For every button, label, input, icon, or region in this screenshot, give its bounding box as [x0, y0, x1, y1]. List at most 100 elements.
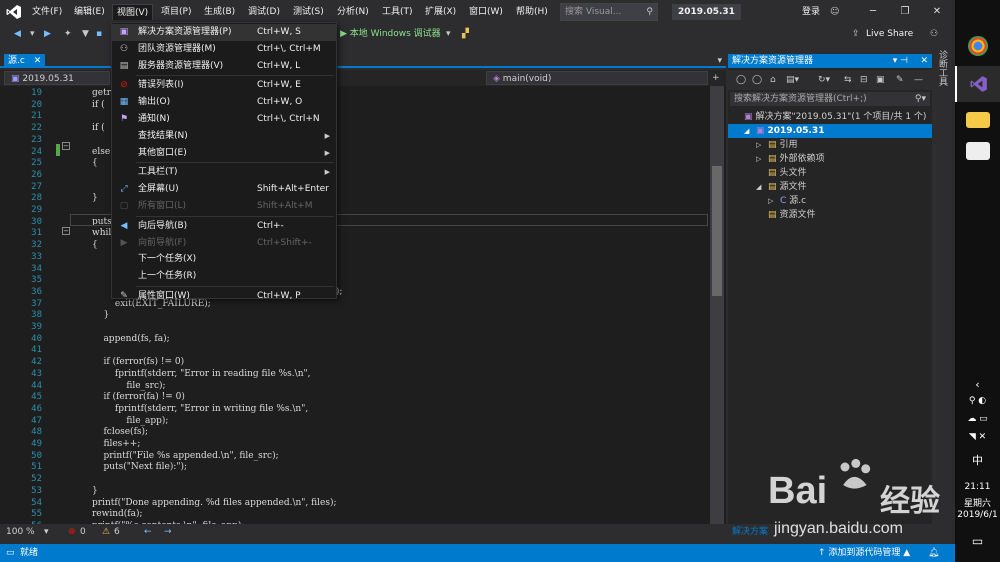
- login-link[interactable]: 登录: [802, 4, 820, 20]
- home-icon[interactable]: ⌂: [770, 72, 776, 88]
- solution-search-input[interactable]: 搜索解决方案资源管理器(Ctrl+;) ⚲▾: [730, 92, 930, 106]
- clock-time[interactable]: 21:11: [955, 482, 1000, 492]
- code-line[interactable]: fclose(fs);: [92, 427, 148, 439]
- input-method-indicator[interactable]: 中: [955, 452, 1000, 468]
- collapse-icon[interactable]: −: [62, 227, 70, 235]
- forward-icon[interactable]: ◯: [752, 72, 762, 88]
- usb-icon[interactable]: ⚲ ◐: [955, 396, 1000, 406]
- collapse-icon[interactable]: −: [62, 142, 70, 150]
- live-share-button[interactable]: Live Share: [866, 26, 913, 42]
- visual-studio-taskbar-icon[interactable]: [955, 66, 1000, 102]
- debugger-dropdown-icon[interactable]: ▾: [446, 26, 451, 42]
- project-dropdown[interactable]: ▣ 2019.05.31: [4, 71, 110, 85]
- file-explorer-icon[interactable]: [966, 112, 990, 128]
- next-issue-icon[interactable]: →: [164, 524, 172, 540]
- solution-tree-item[interactable]: ▤ 头文件: [728, 166, 932, 180]
- view-menu-item[interactable]: 其他窗口(E) ▶: [112, 145, 336, 162]
- view-menu-item[interactable]: ✎ 属性窗口(W) Ctrl+W, P: [112, 288, 336, 305]
- refresh-icon[interactable]: ↻▾: [818, 72, 830, 88]
- add-to-source-control-button[interactable]: ↑ 添加到源代码管理 ▲: [818, 544, 910, 562]
- code-line[interactable]: }: [92, 486, 98, 498]
- onedrive-icon[interactable]: ☁ ▭: [955, 414, 1000, 424]
- show-hidden-icons-icon[interactable]: ‹: [955, 378, 1000, 391]
- scrollbar-thumb[interactable]: [712, 166, 722, 296]
- clock-date[interactable]: 2019/6/1: [955, 510, 1000, 520]
- account-icon[interactable]: ⚇: [930, 26, 938, 42]
- menu-item[interactable]: 项目(P): [157, 4, 195, 20]
- tab-close-icon[interactable]: ✕: [34, 56, 42, 66]
- menu-item[interactable]: 文件(F): [28, 4, 66, 20]
- code-line[interactable]: {: [92, 240, 98, 252]
- clock-weekday[interactable]: 星期六: [955, 496, 1000, 509]
- forward-icon[interactable]: ▶: [44, 26, 51, 42]
- code-editor[interactable]: 19 20 21 22 23 24 25 26 27 28 29 30 31 32 33 34 35 36 37 38…: [0, 86, 726, 524]
- photos-icon[interactable]: [966, 142, 990, 160]
- vertical-scrollbar[interactable]: [710, 86, 724, 524]
- new-item-icon[interactable]: ✦: [64, 26, 72, 42]
- diagnostics-tools-tab[interactable]: 诊断工具: [934, 50, 950, 130]
- back-icon[interactable]: ◯: [736, 72, 746, 88]
- view-menu-item[interactable]: ⊘ 错误列表(I) Ctrl+W, E: [112, 77, 336, 94]
- menu-item[interactable]: 扩展(X): [421, 4, 460, 20]
- view-menu-item[interactable]: 下一个任务(X): [112, 251, 336, 268]
- view-menu-item[interactable]: ▣ 解决方案资源管理器(P) Ctrl+W, S: [112, 24, 336, 41]
- split-icon[interactable]: +: [712, 71, 720, 85]
- code-line[interactable]: file_src);: [92, 381, 165, 393]
- code-line[interactable]: {: [92, 158, 98, 170]
- find-icon[interactable]: ▞: [462, 26, 469, 42]
- code-line[interactable]: if (: [92, 123, 105, 135]
- feedback-icon[interactable]: ☺: [830, 4, 839, 20]
- tab-source-file[interactable]: 源.c ✕: [4, 54, 46, 68]
- minimize-icon[interactable]: ─: [858, 3, 888, 21]
- menu-item[interactable]: 帮助(H): [512, 4, 552, 20]
- expand-arrow-icon[interactable]: ◢: [756, 180, 768, 194]
- code-line[interactable]: fprintf(stderr, "Error in reading file %…: [92, 369, 311, 381]
- show-all-files-icon[interactable]: ▣: [876, 72, 885, 88]
- view-menu-item[interactable]: ◀ 向后导航(B) Ctrl+-: [112, 218, 336, 235]
- menu-item[interactable]: 测试(S): [289, 4, 328, 20]
- code-line[interactable]: files++;: [92, 439, 140, 451]
- close-panel-icon[interactable]: ✕: [920, 54, 928, 68]
- menu-item[interactable]: 调试(D): [244, 4, 284, 20]
- view-menu-item[interactable]: ⚑ 通知(N) Ctrl+\, Ctrl+N: [112, 111, 336, 128]
- view-menu-item[interactable]: ⤢ 全屏幕(U) Shift+Alt+Enter: [112, 181, 336, 198]
- close-icon[interactable]: ✕: [922, 3, 952, 21]
- code-line[interactable]: else: [92, 147, 110, 159]
- network-icon[interactable]: ◥ ✕: [955, 432, 1000, 442]
- view-menu-item[interactable]: 工具栏(T) ▶: [112, 164, 336, 181]
- solution-tree-item[interactable]: ▷ ▤ 引用: [728, 138, 932, 152]
- code-line[interactable]: }: [92, 193, 98, 205]
- code-line[interactable]: puts("Next file):");: [92, 462, 187, 474]
- menu-item[interactable]: 分析(N): [333, 4, 373, 20]
- expand-arrow-icon[interactable]: ▷: [756, 138, 768, 152]
- menu-item[interactable]: 窗口(W): [465, 4, 507, 20]
- code-line[interactable]: fprintf(stderr, "Error in writing file %…: [92, 404, 308, 416]
- properties-icon[interactable]: ✎: [896, 72, 904, 88]
- solution-tree-item[interactable]: ▷ C 源.c: [728, 194, 932, 208]
- zoom-level[interactable]: 100 %: [6, 524, 35, 540]
- view-menu-item[interactable]: ▦ 输出(O) Ctrl+W, O: [112, 94, 336, 111]
- view-menu-item[interactable]: 上一个任务(R): [112, 268, 336, 285]
- tab-list-dropdown-icon[interactable]: ▾: [717, 54, 722, 68]
- menu-item[interactable]: 编辑(E): [70, 4, 109, 20]
- error-count[interactable]: 0: [80, 524, 86, 540]
- expand-arrow-icon[interactable]: ▷: [756, 152, 768, 166]
- code-line[interactable]: whil: [92, 228, 111, 240]
- previous-issue-icon[interactable]: ←: [144, 524, 152, 540]
- back-icon[interactable]: ◀: [14, 26, 21, 42]
- code-line[interactable]: file_app);: [92, 416, 168, 428]
- chrome-icon[interactable]: [968, 36, 988, 56]
- dropdown-icon[interactable]: ▾: [30, 26, 35, 42]
- menu-item[interactable]: 视图(V): [112, 4, 154, 20]
- pin-icon[interactable]: ▾ ⊣: [893, 54, 908, 68]
- collapse-all-icon[interactable]: ⊟: [860, 72, 868, 88]
- search-input[interactable]: 搜索 Visual... ⚲: [560, 3, 658, 21]
- code-line[interactable]: }: [92, 310, 109, 322]
- expand-arrow-icon[interactable]: ▷: [768, 194, 780, 208]
- code-line[interactable]: printf("File %s appended.\n", file_src);: [92, 451, 278, 463]
- save-icon[interactable]: ▪: [96, 26, 102, 42]
- solution-tree-item[interactable]: ▣ 解决方案"2019.05.31"(1 个项目/共 1 个): [728, 110, 932, 124]
- action-center-icon[interactable]: ▭: [955, 534, 1000, 548]
- solution-tree-item[interactable]: ▤ 资源文件: [728, 208, 932, 222]
- code-line[interactable]: rewind(fa);: [92, 509, 143, 521]
